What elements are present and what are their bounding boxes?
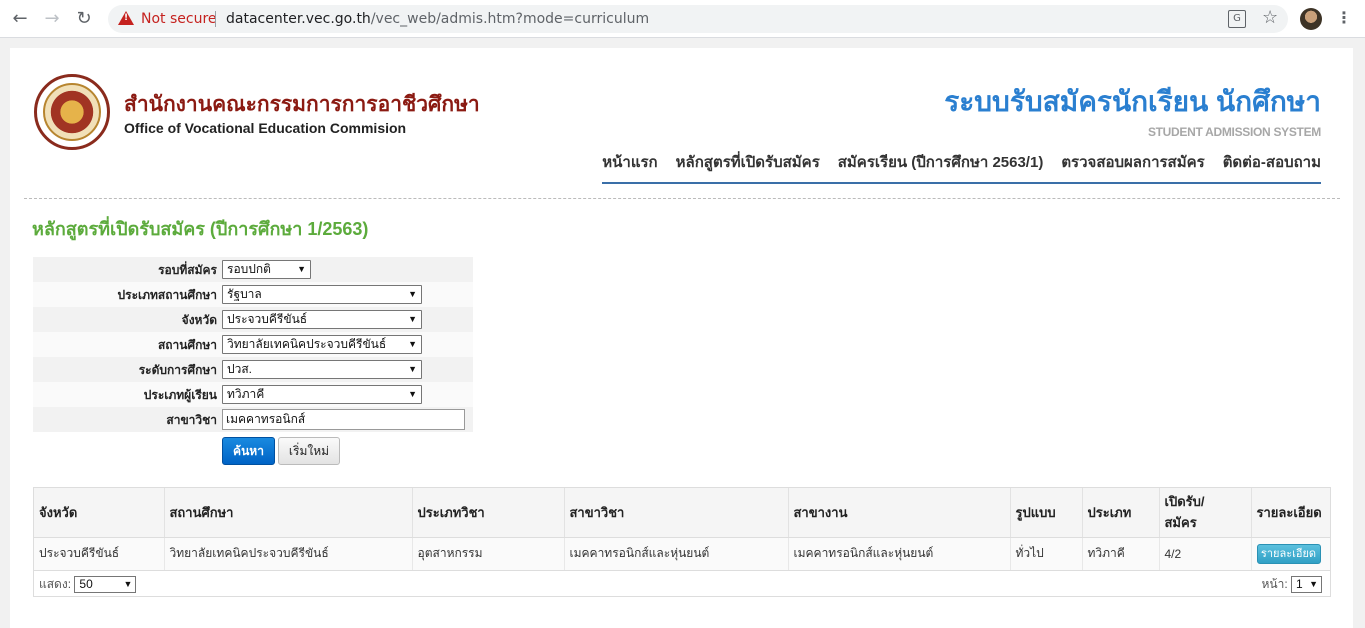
major-label: สาขาวิชา bbox=[166, 413, 217, 427]
system-title-english: STUDENT ADMISSION SYSTEM bbox=[1147, 125, 1321, 139]
dropdown-arrow-icon: ▼ bbox=[123, 579, 133, 590]
dropdown-arrow-icon: ▼ bbox=[408, 389, 417, 399]
school-type-select[interactable]: รัฐบาล ▼ bbox=[222, 285, 422, 304]
system-title-thai: ระบบรับสมัครนักเรียน นักศึกษา bbox=[944, 86, 1321, 117]
page-title: หลักสูตรที่เปิดรับสมัคร (ปีการศึกษา 1/25… bbox=[32, 219, 369, 239]
round-label: รอบที่สมัคร bbox=[158, 263, 217, 277]
col-specialization[interactable]: สาขางาน bbox=[788, 488, 1011, 538]
cell-subject-type: อุตสาหกรรม bbox=[412, 537, 565, 571]
round-select[interactable]: รอบปกติ ▼ bbox=[222, 260, 311, 279]
address-bar[interactable]: Not secure datacenter.vec.go.th/vec_web/… bbox=[108, 5, 1288, 33]
nav-apply[interactable]: สมัครเรียน (ปีการศึกษา 2563/1) bbox=[838, 150, 1044, 174]
major-input[interactable]: เมคคาทรอนิกส์ bbox=[222, 409, 465, 430]
dropdown-arrow-icon: ▼ bbox=[1309, 579, 1318, 590]
url-path: /vec_web/admis.htm?mode=curriculum bbox=[370, 11, 650, 27]
cell-school: วิทยาลัยเทคนิคประจวบคีรีขันธ์ bbox=[164, 537, 413, 571]
show-label: แสดง: bbox=[39, 577, 72, 591]
dropdown-arrow-icon: ▼ bbox=[408, 364, 417, 374]
results-table: จังหวัด สถานศึกษา ประเภทวิชา สาขาวิชา สา… bbox=[34, 488, 1330, 571]
school-type-value: รัฐบาล bbox=[227, 287, 262, 301]
learner-type-value: ทวิภาคี bbox=[227, 387, 265, 401]
dropdown-arrow-icon: ▼ bbox=[408, 289, 417, 299]
nav-home[interactable]: หน้าแรก bbox=[602, 150, 657, 174]
col-province[interactable]: จังหวัด bbox=[34, 488, 165, 538]
learner-type-label: ประเภทผู้เรียน bbox=[143, 388, 217, 402]
page-label: หน้า: bbox=[1261, 577, 1288, 591]
form-row-major: สาขาวิชา เมคคาทรอนิกส์ bbox=[33, 407, 473, 432]
nav-curriculum[interactable]: หลักสูตรที่เปิดรับสมัคร bbox=[676, 150, 820, 174]
dropdown-arrow-icon: ▼ bbox=[408, 314, 417, 324]
security-status[interactable]: Not secure bbox=[141, 11, 217, 27]
form-row-school-type: ประเภทสถานศึกษา รัฐบาล ▼ bbox=[33, 282, 473, 307]
pagination-control: หน้า: 1 ▼ bbox=[1261, 575, 1322, 594]
cell-open-applied: 4/2 bbox=[1159, 537, 1252, 571]
logo-emblem bbox=[43, 83, 101, 141]
level-value: ปวส. bbox=[227, 362, 253, 376]
search-button[interactable]: ค้นหา bbox=[222, 437, 275, 465]
results-table-container: จังหวัด สถานศึกษา ประเภทวิชา สาขาวิชา สา… bbox=[33, 487, 1331, 597]
page-content: สำนักงานคณะกรรมการการอาชีวศึกษา Office o… bbox=[10, 48, 1353, 628]
reset-button[interactable]: เริ่มใหม่ bbox=[278, 437, 340, 465]
table-row: ประจวบคีรีขันธ์ วิทยาลัยเทคนิคประจวบคีรี… bbox=[34, 537, 1330, 571]
school-value: วิทยาลัยเทคนิคประจวบคีรีขันธ์ bbox=[227, 337, 387, 351]
form-row-province: จังหวัด ประจวบคีรีขันธ์ ▼ bbox=[33, 307, 473, 332]
browser-toolbar: ← → ↻ Not secure datacenter.vec.go.th/ve… bbox=[0, 0, 1365, 38]
level-select[interactable]: ปวส. ▼ bbox=[222, 360, 422, 379]
province-value: ประจวบคีรีขันธ์ bbox=[227, 312, 308, 326]
form-row-round: รอบที่สมัคร รอบปกติ ▼ bbox=[33, 257, 473, 282]
details-button[interactable]: รายละเอียด bbox=[1256, 543, 1321, 564]
warning-icon bbox=[118, 11, 134, 25]
learner-type-select[interactable]: ทวิภาคี ▼ bbox=[222, 385, 422, 404]
school-type-label: ประเภทสถานศึกษา bbox=[117, 288, 218, 302]
dropdown-arrow-icon: ▼ bbox=[408, 339, 417, 349]
col-format[interactable]: รูปแบบ bbox=[1010, 488, 1083, 538]
forward-icon[interactable]: → bbox=[42, 9, 62, 29]
dropdown-arrow-icon: ▼ bbox=[297, 264, 306, 274]
reload-icon[interactable]: ↻ bbox=[74, 9, 94, 29]
cell-major: เมคคาทรอนิกส์และหุ่นยนต์ bbox=[564, 537, 789, 571]
form-row-learner-type: ประเภทผู้เรียน ทวิภาคี ▼ bbox=[33, 382, 473, 407]
org-name-english: Office of Vocational Education Commision bbox=[124, 120, 407, 136]
cell-format: ทั่วไป bbox=[1010, 537, 1083, 571]
col-details[interactable]: รายละเอียด bbox=[1251, 488, 1330, 538]
round-value: รอบปกติ bbox=[227, 262, 271, 276]
col-major[interactable]: สาขาวิชา bbox=[564, 488, 789, 538]
province-label: จังหวัด bbox=[181, 313, 217, 327]
browser-menu-icon[interactable]: ⋮ bbox=[1336, 8, 1352, 27]
profile-avatar[interactable] bbox=[1300, 8, 1322, 30]
cell-type: ทวิภาคี bbox=[1082, 537, 1160, 571]
level-label: ระดับการศึกษา bbox=[138, 363, 217, 377]
nav-check-result[interactable]: ตรวจสอบผลการสมัคร bbox=[1061, 150, 1204, 174]
province-select[interactable]: ประจวบคีรีขันธ์ ▼ bbox=[222, 310, 422, 329]
header-divider bbox=[24, 198, 1340, 199]
url-host: datacenter.vec.go.th bbox=[226, 11, 371, 27]
page-size-select[interactable]: 50 ▼ bbox=[74, 576, 137, 594]
page-size-value: 50 bbox=[79, 577, 93, 592]
cell-province: ประจวบคีรีขันธ์ bbox=[34, 537, 165, 571]
cell-details: รายละเอียด bbox=[1251, 537, 1330, 571]
col-school[interactable]: สถานศึกษา bbox=[164, 488, 413, 538]
page-size-control: แสดง: 50 ▼ bbox=[39, 575, 137, 594]
col-subject-type[interactable]: ประเภทวิชา bbox=[412, 488, 565, 538]
form-row-level: ระดับการศึกษา ปวส. ▼ bbox=[33, 357, 473, 382]
search-form: รอบที่สมัคร รอบปกติ ▼ ประเภทสถานศึกษา รัฐ… bbox=[33, 257, 473, 432]
form-row-school: สถานศึกษา วิทยาลัยเทคนิคประจวบคีรีขันธ์ ▼ bbox=[33, 332, 473, 357]
table-header-row: จังหวัด สถานศึกษา ประเภทวิชา สาขาวิชา สา… bbox=[34, 488, 1330, 538]
url-text[interactable]: datacenter.vec.go.th/vec_web/admis.htm?m… bbox=[226, 11, 649, 27]
col-type[interactable]: ประเภท bbox=[1082, 488, 1160, 538]
ovec-logo bbox=[34, 74, 110, 150]
school-label: สถานศึกษา bbox=[157, 338, 217, 352]
school-select[interactable]: วิทยาลัยเทคนิคประจวบคีรีขันธ์ ▼ bbox=[222, 335, 422, 354]
col-open-applied[interactable]: เปิดรับ/ สมัคร bbox=[1159, 488, 1252, 538]
back-icon[interactable]: ← bbox=[10, 9, 30, 29]
page-select[interactable]: 1 ▼ bbox=[1291, 576, 1322, 594]
omnibox-divider bbox=[215, 11, 216, 27]
translate-icon[interactable]: G bbox=[1228, 10, 1246, 28]
main-nav: หน้าแรก หลักสูตรที่เปิดรับสมัคร สมัครเรี… bbox=[602, 150, 1321, 184]
org-name-thai: สำนักงานคณะกรรมการการอาชีวศึกษา bbox=[124, 93, 480, 116]
nav-contact[interactable]: ติดต่อ-สอบถาม bbox=[1223, 150, 1321, 174]
page-value: 1 bbox=[1296, 577, 1303, 592]
cell-specialization: เมคคาทรอนิกส์และหุ่นยนต์ bbox=[788, 537, 1011, 571]
bookmark-star-icon[interactable]: ☆ bbox=[1262, 7, 1278, 28]
